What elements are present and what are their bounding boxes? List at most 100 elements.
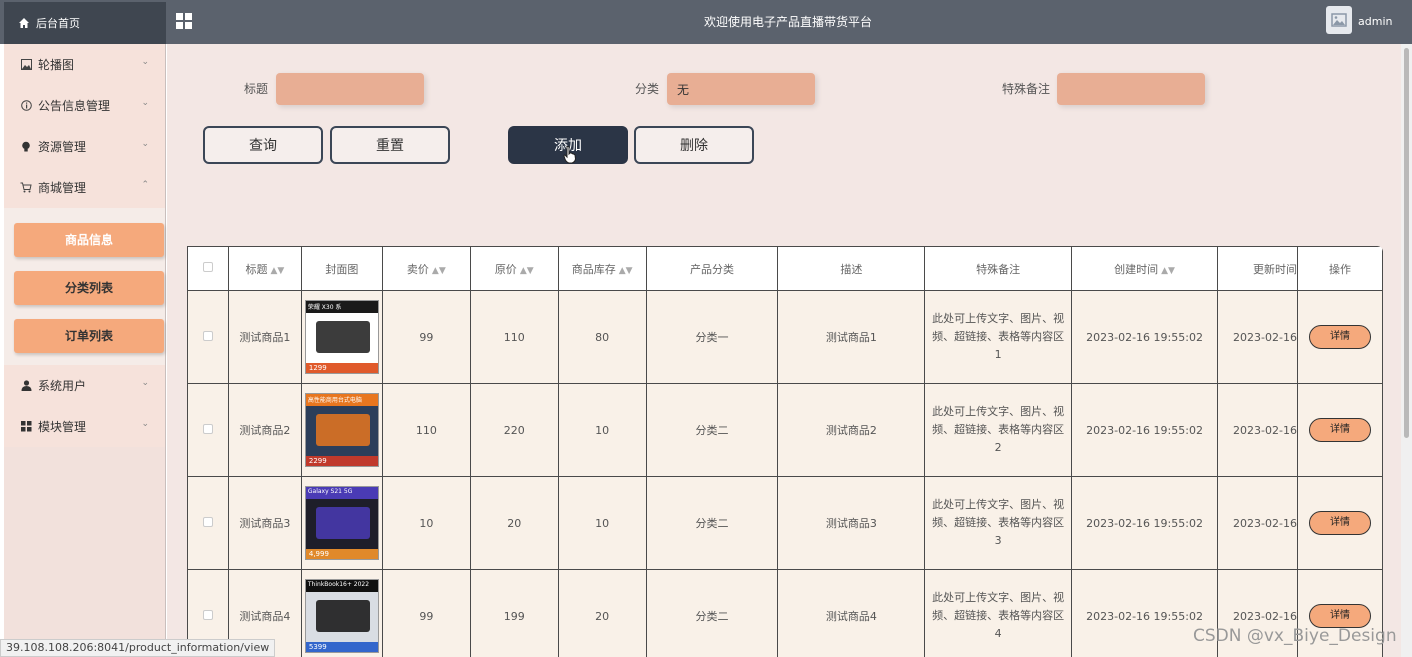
username[interactable]: admin (1358, 15, 1392, 28)
user-icon (20, 380, 32, 392)
sidebar-item-shop[interactable]: 商城管理 ⌃ (4, 167, 165, 208)
cell-description: 测试商品2 (777, 383, 926, 477)
cell-price: 10 (381, 476, 471, 570)
cell-title: 测试商品3 (227, 476, 302, 570)
column-header-stock[interactable]: 商品库存 ▲▼ (557, 246, 647, 291)
hand-cursor-icon (563, 146, 577, 164)
column-header-cover: 封面图 (300, 246, 383, 291)
column-header-created[interactable]: 创建时间 ▲▼ (1071, 246, 1218, 291)
site-title: 欢迎使用电子产品直播带货平台 (703, 15, 872, 29)
chevron-down-icon: ⌄ (141, 57, 149, 67)
submenu-order-list[interactable]: 订单列表 (14, 319, 164, 353)
cell-price: 110 (381, 383, 471, 477)
cell-title: 测试商品1 (227, 290, 302, 384)
cart-icon (20, 182, 32, 194)
query-button[interactable]: 查询 (203, 126, 323, 164)
avatar[interactable] (1326, 6, 1352, 34)
sidebar-item-label: 商城管理 (38, 181, 87, 195)
title-filter-input[interactable] (276, 73, 424, 105)
row-checkbox[interactable] (187, 290, 229, 384)
sidebar-item-announcements[interactable]: 公告信息管理 ⌄ (4, 85, 165, 126)
product-table: 标题 ▲▼ 封面图 卖价 ▲▼ 原价 ▲▼ 商品库存 ▲▼ 产品分类 描述 特殊备注 创… (187, 246, 1383, 657)
cell-note: 此处可上传文字、图片、视频、超链接、表格等内容区2 (924, 383, 1073, 477)
cell-original-price: 220 (469, 383, 559, 477)
cover-price: 4,999 (308, 550, 329, 558)
sidebar-item-label: 模块管理 (38, 420, 87, 434)
product-cover-image[interactable]: 荣耀 X30 系 1299 (304, 300, 379, 374)
delete-button[interactable]: 删除 (634, 126, 754, 164)
column-header-price[interactable]: 卖价 ▲▼ (381, 246, 471, 291)
chevron-down-icon: ⌄ (141, 378, 149, 388)
column-header-title[interactable]: 标题 ▲▼ (227, 246, 302, 291)
table-header-row: 标题 ▲▼ 封面图 卖价 ▲▼ 原价 ▲▼ 商品库存 ▲▼ 产品分类 描述 特殊备注 创… (187, 246, 1383, 291)
column-header-original-price[interactable]: 原价 ▲▼ (469, 246, 559, 291)
category-filter-select[interactable] (667, 73, 815, 105)
top-header: 后台首页 欢迎使用电子产品直播带货平台 admin (0, 0, 1412, 44)
select-all-checkbox[interactable] (187, 246, 229, 291)
cover-caption: 高性能商用台式电脑 (307, 397, 362, 404)
reset-button[interactable]: 重置 (330, 126, 450, 164)
table-row[interactable]: 测试商品3 Galaxy S21 5G 4,999 10 20 10 分类二 测试商品3 此处可… (187, 476, 1383, 570)
info-icon (20, 100, 32, 112)
column-header-category: 产品分类 (645, 246, 779, 291)
cell-actions: 详情 (1296, 383, 1383, 477)
cell-updated: 2023-02-16 (1217, 290, 1298, 384)
cell-price: 99 (381, 569, 471, 657)
column-header-updated[interactable]: 更新时间 (1217, 246, 1298, 291)
cell-updated: 2023-02-16 (1217, 383, 1298, 477)
status-url-bar: 39.108.108.206:8041/product_information/… (0, 639, 276, 657)
sidebar-item-users[interactable]: 系统用户 ⌄ (4, 365, 165, 406)
sidebar-item-modules[interactable]: 模块管理 ⌄ (4, 406, 165, 447)
cell-created: 2023-02-16 19:55:02 (1071, 383, 1218, 477)
cell-category: 分类二 (645, 383, 779, 477)
sort-icon: ▲▼ (270, 265, 285, 276)
title-filter-label: 标题 (244, 82, 269, 96)
sort-icon: ▲▼ (618, 265, 633, 276)
cell-cover: ThinkBook16+ 2022 5399 (300, 569, 383, 657)
row-checkbox[interactable] (187, 383, 229, 477)
cell-category: 分类一 (645, 290, 779, 384)
row-checkbox[interactable] (187, 476, 229, 570)
bulb-icon (20, 141, 32, 153)
detail-button[interactable]: 详情 (1308, 418, 1371, 442)
product-cover-image[interactable]: ThinkBook16+ 2022 5399 (304, 579, 379, 653)
cover-price: 2299 (308, 457, 327, 465)
column-header-note: 特殊备注 (924, 246, 1073, 291)
cell-title: 测试商品2 (227, 383, 302, 477)
table-row[interactable]: 测试商品2 高性能商用台式电脑 2299 110 220 10 分类二 测试商品2 此处可上传文… (187, 383, 1383, 477)
cell-note: 此处可上传文字、图片、视频、超链接、表格等内容区3 (924, 476, 1073, 570)
sidebar-item-carousel[interactable]: 轮播图 ⌄ (4, 44, 165, 85)
watermark: CSDN @vx_Biye_Design (1193, 626, 1397, 646)
cell-original-price: 20 (469, 476, 559, 570)
cell-price: 99 (381, 290, 471, 384)
note-filter-label: 特殊备注 (1002, 82, 1051, 96)
cell-actions: 详情 (1296, 290, 1383, 384)
column-header-actions: 操作 (1296, 246, 1383, 291)
cell-description: 测试商品4 (777, 569, 926, 657)
sidebar: 轮播图 ⌄ 公告信息管理 ⌄ 资源管理 ⌄ 商城管理 ⌃ 商品信息 分类列表 订… (4, 44, 166, 657)
cell-original-price: 110 (469, 290, 559, 384)
detail-button[interactable]: 详情 (1308, 325, 1371, 349)
cell-category: 分类二 (645, 569, 779, 657)
cell-description: 测试商品1 (777, 290, 926, 384)
cover-caption: ThinkBook16+ 2022 (307, 581, 370, 588)
detail-button[interactable]: 详情 (1308, 604, 1371, 628)
sidebar-item-label: 资源管理 (38, 140, 87, 154)
cell-updated: 2023-02-16 (1217, 476, 1298, 570)
table-row[interactable]: 测试商品1 荣耀 X30 系 1299 99 110 80 分类一 测试商品1 此处可上传文字、… (187, 290, 1383, 384)
submenu-product-info[interactable]: 商品信息 (14, 223, 164, 257)
cell-cover: Galaxy S21 5G 4,999 (300, 476, 383, 570)
cell-original-price: 199 (469, 569, 559, 657)
chevron-down-icon: ⌄ (141, 98, 149, 108)
detail-button[interactable]: 详情 (1308, 511, 1371, 535)
cell-stock: 10 (557, 476, 647, 570)
sidebar-item-resources[interactable]: 资源管理 ⌄ (4, 126, 165, 167)
cell-description: 测试商品3 (777, 476, 926, 570)
product-cover-image[interactable]: 高性能商用台式电脑 2299 (304, 393, 379, 467)
submenu-category-list[interactable]: 分类列表 (14, 271, 164, 305)
sidebar-item-label: 系统用户 (38, 379, 87, 393)
note-filter-input[interactable] (1057, 73, 1205, 105)
product-cover-image[interactable]: Galaxy S21 5G 4,999 (304, 486, 379, 560)
cell-category: 分类二 (645, 476, 779, 570)
vertical-scrollbar[interactable] (1401, 44, 1412, 657)
